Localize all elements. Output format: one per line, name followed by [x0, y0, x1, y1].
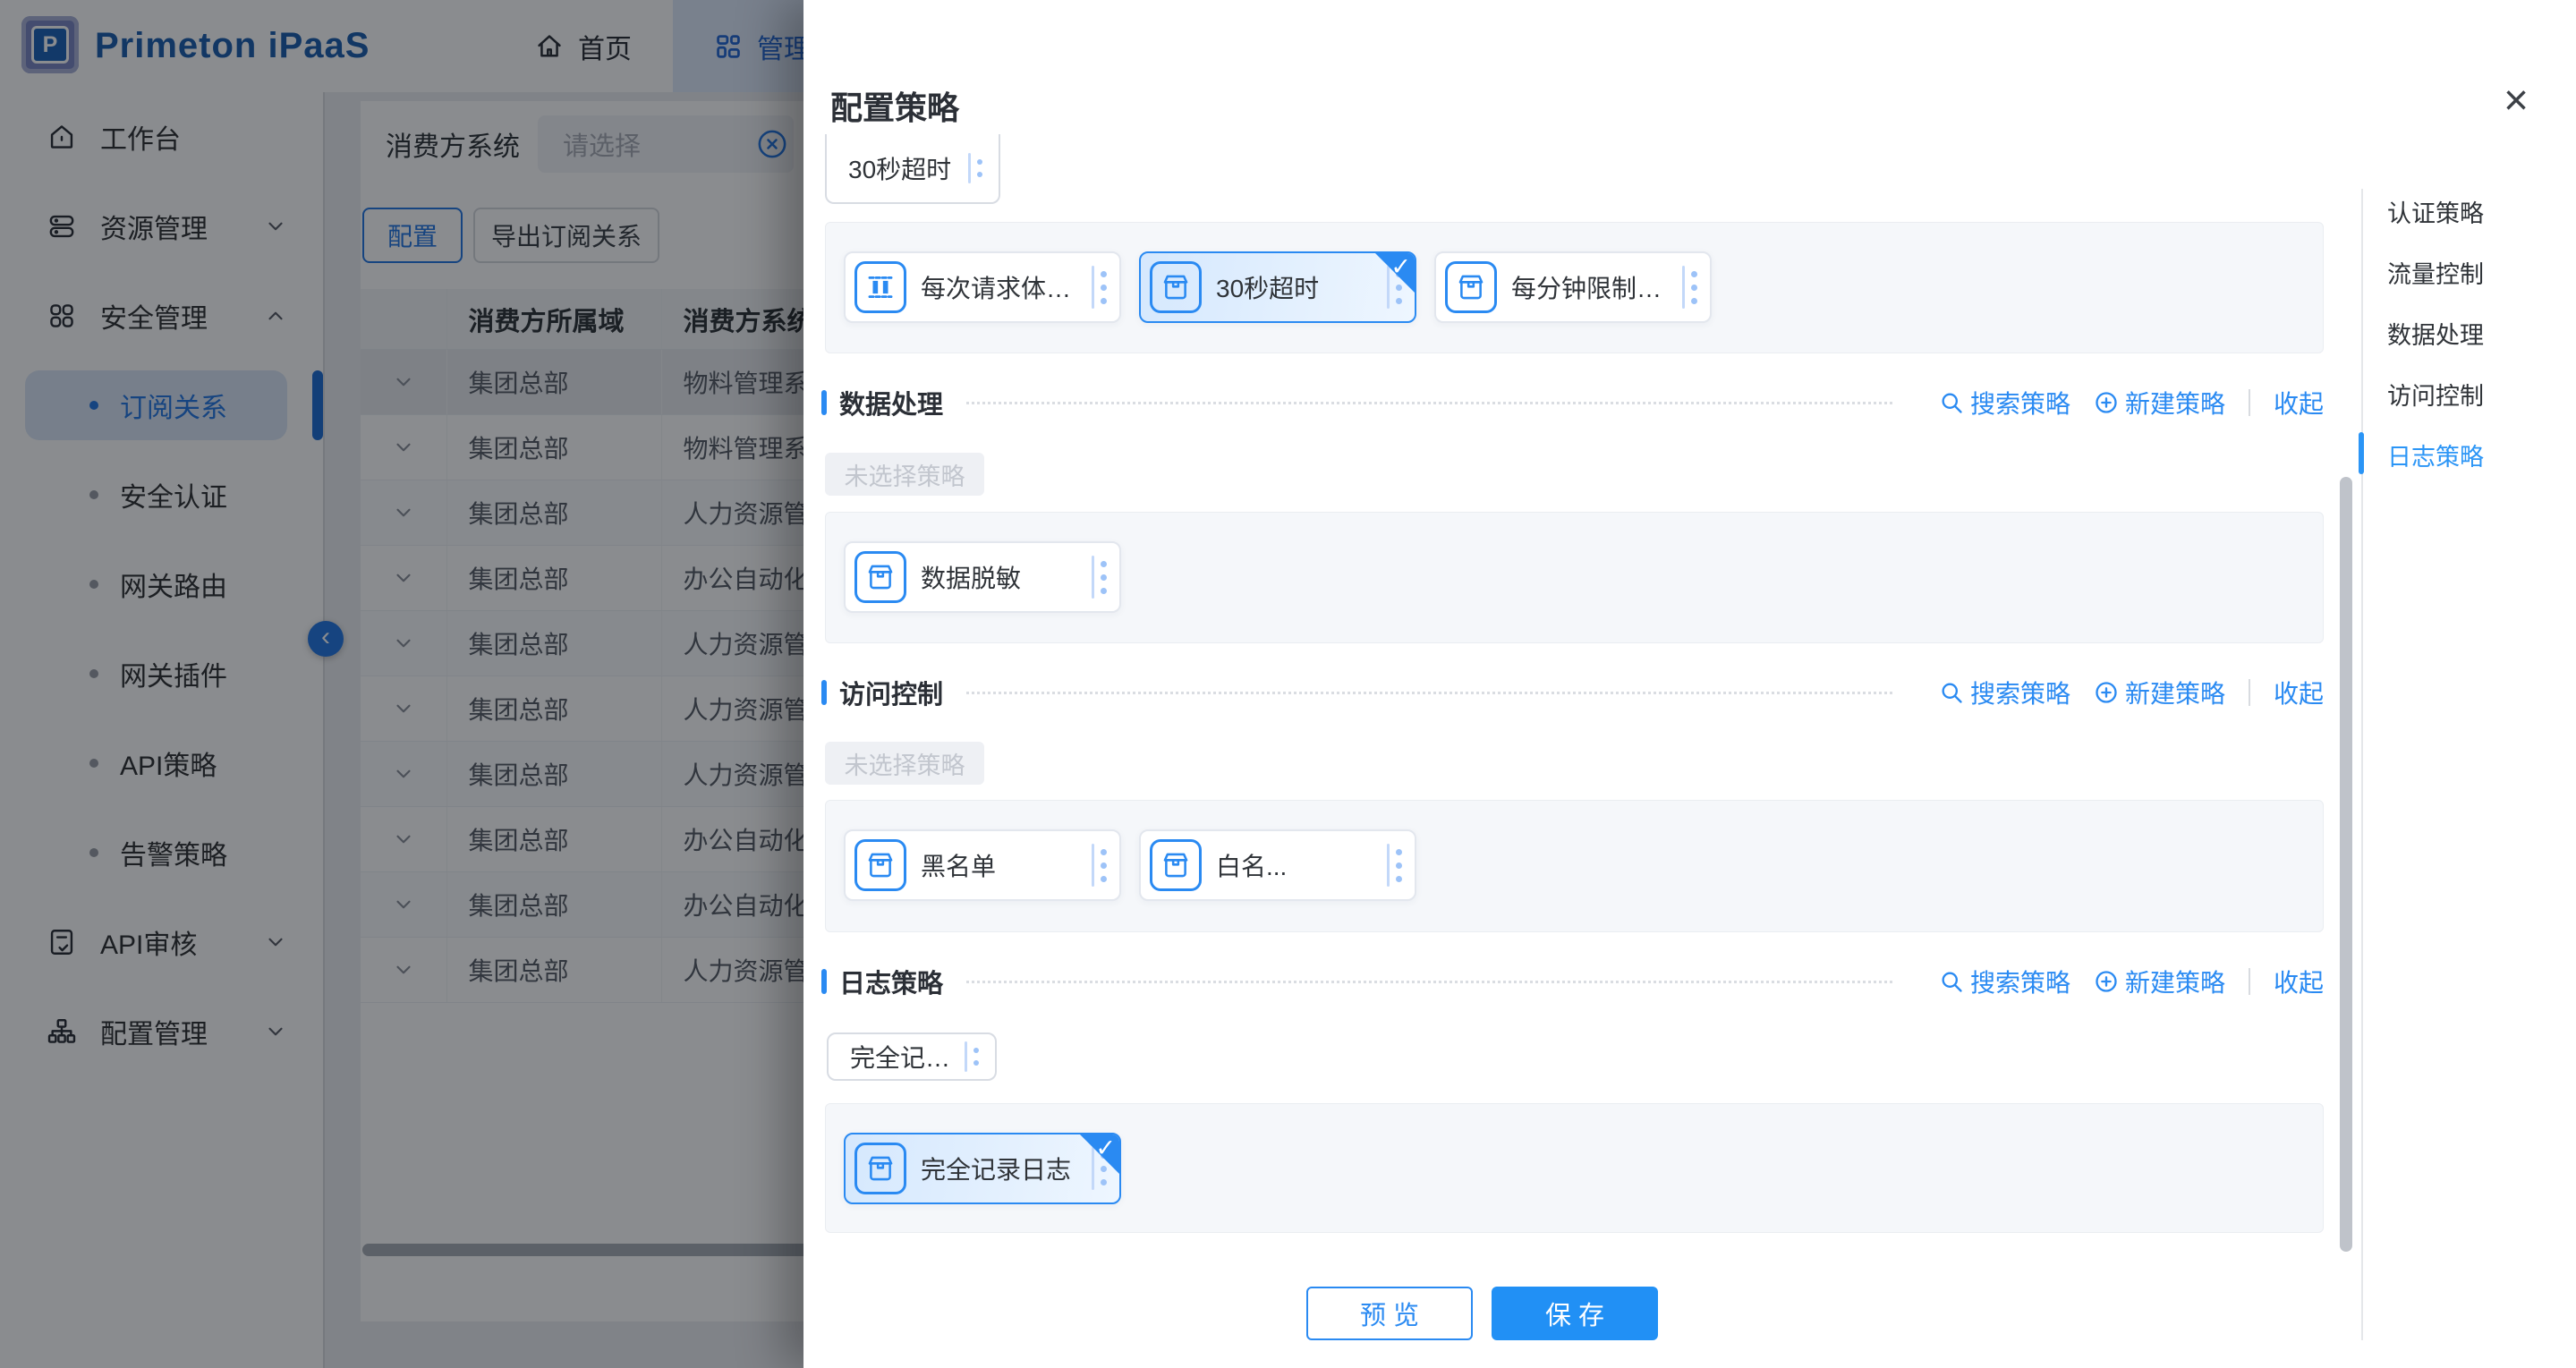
collapse-section-link[interactable]: 收起 [2274, 964, 2324, 999]
policy-card-label: 黑名单 [921, 847, 1077, 883]
section-header-data: 数据处理 搜索策略 新建策略 收起 [821, 385, 2324, 421]
policy-card[interactable]: ✓ 30秒超时 [1139, 251, 1416, 323]
policy-card-label: 白名... [1216, 847, 1373, 883]
section-divider [966, 692, 1892, 694]
links-divider [2249, 389, 2250, 416]
flow-tag-chip[interactable]: 30秒超时 [825, 134, 1000, 204]
section-accent-bar [821, 969, 827, 994]
create-policy-link[interactable]: 新建策略 [2094, 385, 2225, 421]
log-tag-label: 完全记录... [850, 1039, 965, 1075]
package-policy-icon [1150, 839, 1202, 891]
section-accent-bar [821, 390, 827, 415]
close-icon[interactable]: × [2493, 77, 2539, 123]
create-policy-link[interactable]: 新建策略 [2094, 675, 2225, 710]
log-cards-panel: ✓ 完全记录日志 [825, 1103, 2324, 1233]
config-policy-drawer: 配置策略 × 30秒超时 [803, 0, 2576, 1368]
drag-handle-icon[interactable] [1092, 556, 1107, 599]
drag-handle-icon[interactable] [1092, 266, 1107, 309]
check-icon: ✓ [1390, 253, 1411, 281]
save-button[interactable]: 保 存 [1492, 1287, 1658, 1340]
drag-handle-icon[interactable] [968, 153, 982, 183]
policy-card[interactable]: 数据脱敏 [844, 541, 1121, 613]
policy-card-label: 30秒超时 [1216, 269, 1373, 305]
anchor-nav-item[interactable]: 认证策略 [2387, 189, 2484, 250]
section-accent-bar [821, 680, 827, 705]
anchor-rail [2361, 189, 2363, 1340]
package-policy-icon [1445, 261, 1497, 313]
anchor-active-indicator [2359, 432, 2364, 474]
package-policy-icon [854, 1143, 906, 1194]
preview-button[interactable]: 预 览 [1306, 1287, 1473, 1340]
no-policy-selected-tag: 未选择策略 [825, 742, 984, 785]
policy-card[interactable]: ✓ 完全记录日志 [844, 1133, 1121, 1204]
vertical-scrollbar[interactable] [2340, 477, 2352, 1252]
anchor-nav: 认证策略流量控制数据处理访问控制日志策略 [2387, 189, 2484, 493]
section-header-log: 日志策略 搜索策略 新建策略 收起 [821, 964, 2324, 999]
data-cards-panel: 数据脱敏 [825, 512, 2324, 643]
section-divider [966, 981, 1892, 983]
policy-card[interactable]: 每分钟限制5次 [1434, 251, 1712, 323]
package-policy-icon [1150, 261, 1202, 313]
search-policy-link[interactable]: 搜索策略 [1939, 964, 2070, 999]
check-icon: ✓ [1095, 1134, 1116, 1162]
policy-card[interactable]: 白名... [1139, 829, 1416, 901]
screen: P Primeton iPaaS 首页 管理门户 [0, 0, 2576, 1368]
policy-card-label: 完全记录日志 [921, 1151, 1077, 1186]
drawer-title: 配置策略 [830, 82, 959, 129]
section-links: 搜索策略 新建策略 收起 [1916, 385, 2324, 421]
drag-handle-icon[interactable] [965, 1041, 979, 1072]
section-header-access: 访问控制 搜索策略 新建策略 收起 [821, 675, 2324, 710]
film-policy-icon [854, 261, 906, 313]
access-cards-panel: 黑名单 白名... [825, 800, 2324, 932]
collapse-section-link[interactable]: 收起 [2274, 385, 2324, 421]
drag-handle-icon[interactable] [1092, 844, 1107, 887]
package-policy-icon [854, 839, 906, 891]
drag-handle-icon[interactable] [1682, 266, 1697, 309]
anchor-nav-item[interactable]: 流量控制 [2387, 250, 2484, 310]
policy-card-label: 每分钟限制5次 [1511, 269, 1668, 305]
policy-card-label: 数据脱敏 [921, 559, 1077, 595]
links-divider [2249, 679, 2250, 706]
drag-handle-icon[interactable] [1387, 844, 1402, 887]
policy-card[interactable]: 每次请求体不... [844, 251, 1121, 323]
section-title: 数据处理 [839, 384, 943, 421]
search-policy-link[interactable]: 搜索策略 [1939, 385, 2070, 421]
section-links: 搜索策略 新建策略 收起 [1916, 964, 2324, 999]
anchor-nav-item[interactable]: 访问控制 [2387, 371, 2484, 432]
anchor-nav-item[interactable]: 数据处理 [2387, 310, 2484, 371]
flow-tag-label: 30秒超时 [848, 150, 968, 186]
anchor-nav-item[interactable]: 日志策略 [2387, 432, 2484, 493]
section-links: 搜索策略 新建策略 收起 [1916, 675, 2324, 710]
links-divider [2249, 968, 2250, 995]
flow-cards-panel: 每次请求体不... ✓ 30秒超时 [825, 222, 2324, 353]
section-divider [966, 402, 1892, 404]
policy-card-label: 每次请求体不... [921, 269, 1077, 305]
policy-card[interactable]: 黑名单 [844, 829, 1121, 901]
collapse-section-link[interactable]: 收起 [2274, 675, 2324, 710]
package-policy-icon [854, 551, 906, 603]
no-policy-selected-tag: 未选择策略 [825, 453, 984, 496]
create-policy-link[interactable]: 新建策略 [2094, 964, 2225, 999]
search-policy-link[interactable]: 搜索策略 [1939, 675, 2070, 710]
section-title: 日志策略 [839, 963, 943, 1000]
section-title: 访问控制 [839, 674, 943, 711]
log-tag-chip[interactable]: 完全记录... [827, 1032, 997, 1081]
